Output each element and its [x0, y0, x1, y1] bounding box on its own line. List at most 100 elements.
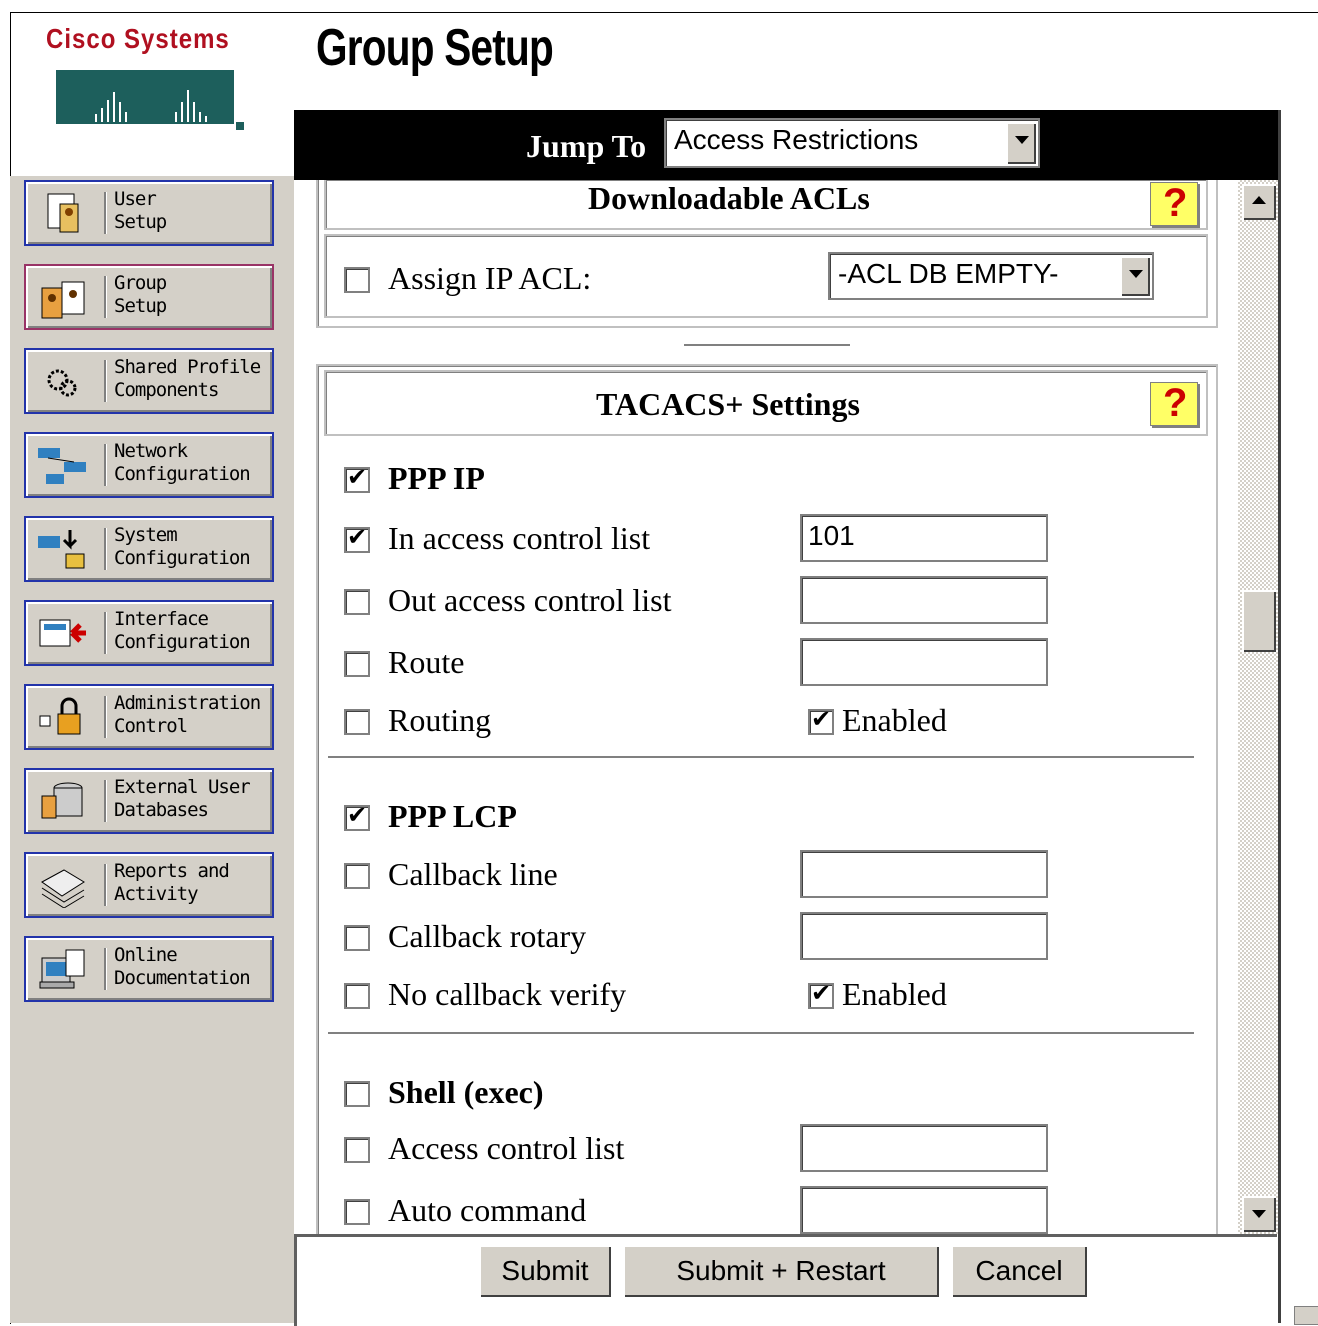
user-setup-icon [47, 193, 79, 233]
nav-system-configuration[interactable]: System Configuration [24, 516, 274, 582]
cancel-button[interactable]: Cancel [951, 1245, 1087, 1297]
acl-select-value: -ACL DB EMPTY- [838, 258, 1059, 289]
callback-rotary-checkbox[interactable] [344, 925, 370, 951]
nav-online-documentation[interactable]: Online Documentation [24, 936, 274, 1002]
submit-button[interactable]: Submit [479, 1245, 611, 1297]
shell-exec-label: Shell (exec) [388, 1074, 544, 1110]
route-label: Route [388, 644, 465, 680]
section-divider [328, 1032, 1194, 1035]
callback-line-input[interactable] [800, 850, 1048, 898]
downloadable-acls-title: Downloadable ACLs [588, 180, 870, 216]
routing-checkbox[interactable] [344, 709, 370, 735]
left-nav: User Setup Group Setup Shared Profile Co… [10, 176, 294, 1323]
chevron-down-icon[interactable] [1120, 256, 1150, 296]
nav-user-setup[interactable]: User Setup [24, 180, 274, 246]
callback-line-label: Callback line [388, 856, 558, 892]
nav-label: System Configuration [114, 524, 251, 569]
system-icon [38, 530, 85, 569]
no-callback-verify-enabled-label: Enabled [842, 976, 947, 1012]
divider [684, 344, 850, 347]
nav-label: Administration Control [114, 692, 261, 737]
nav-administration-control[interactable]: Administration Control [24, 684, 274, 750]
network-icon [38, 448, 86, 484]
nav-label: Reports and Activity [114, 860, 230, 905]
nav-shared-profile[interactable]: Shared Profile Components [24, 348, 274, 414]
scroll-down-button[interactable] [1242, 1196, 1276, 1232]
submit-restart-button[interactable]: Submit + Restart [623, 1245, 939, 1297]
assign-ip-acl-label: Assign IP ACL: [388, 260, 592, 296]
shell-acl-input[interactable] [800, 1124, 1048, 1172]
in-acl-input[interactable]: 101 [800, 514, 1048, 562]
section-divider [328, 756, 1194, 759]
shell-acl-checkbox[interactable] [344, 1137, 370, 1163]
auto-command-input[interactable] [800, 1186, 1048, 1234]
ppp-ip-checkbox[interactable] [344, 463, 370, 493]
documentation-icon [39, 949, 85, 989]
out-acl-label: Out access control list [388, 582, 672, 618]
in-acl-checkbox[interactable] [344, 523, 370, 553]
assign-ip-acl-checkbox[interactable] [344, 267, 370, 293]
in-acl-label: In access control list [388, 520, 651, 556]
nav-group-setup[interactable]: Group Setup [24, 264, 274, 330]
right-frame-edge [1278, 110, 1318, 1323]
panel-header: Downloadable ACLs ? [324, 180, 1208, 230]
cisco-logo: Cisco Systems [46, 24, 246, 134]
out-acl-checkbox[interactable] [344, 589, 370, 615]
help-icon[interactable]: ? [1150, 181, 1198, 226]
callback-line-checkbox[interactable] [344, 863, 370, 889]
nav-interface-configuration[interactable]: Interface Configuration [24, 600, 274, 666]
shell-acl-label: Access control list [388, 1130, 625, 1166]
nav-label: User Setup [114, 188, 167, 233]
shell-exec-checkbox[interactable] [344, 1081, 370, 1107]
help-icon[interactable]: ? [1150, 381, 1198, 426]
ppp-lcp-label: PPP LCP [388, 798, 517, 834]
nav-label: Interface Configuration [114, 608, 251, 653]
nav-label: Group Setup [114, 272, 167, 317]
vertical-scrollbar[interactable] [1238, 180, 1278, 1234]
no-callback-verify-checkbox[interactable] [344, 983, 370, 1009]
tacacs-panel: TACACS+ Settings ? PPP IP In access cont… [316, 364, 1218, 1234]
ppp-ip-label: PPP IP [388, 460, 485, 496]
brand-text: Cisco Systems [46, 24, 230, 56]
ppp-lcp-checkbox[interactable] [344, 801, 370, 831]
tacacs-title: TACACS+ Settings [596, 386, 860, 422]
group-setup-icon [41, 281, 85, 319]
nav-label: Network Configuration [114, 440, 251, 485]
downloadable-acls-panel: Downloadable ACLs ? Assign IP ACL: -ACL … [316, 180, 1218, 328]
routing-enabled-label: Enabled [842, 702, 947, 738]
nav-reports-activity[interactable]: Reports and Activity [24, 852, 274, 918]
jump-bar: Jump To Access Restrictions [294, 110, 1278, 180]
jump-to-label: Jump To [526, 128, 647, 164]
page-title: Group Setup [316, 19, 554, 77]
route-checkbox[interactable] [344, 651, 370, 677]
tacacs-body: PPP IP In access control list 101 Out ac… [324, 440, 1204, 1234]
cisco-bridge-icon [56, 70, 244, 130]
interface-icon [39, 619, 86, 647]
nav-label: Shared Profile Components [114, 356, 261, 401]
database-icon [41, 782, 83, 819]
auto-command-label: Auto command [388, 1192, 587, 1228]
assign-acl-row: Assign IP ACL: -ACL DB EMPTY- [324, 234, 1208, 318]
reports-icon [41, 869, 85, 908]
scroll-thumb[interactable] [1242, 590, 1276, 652]
out-acl-input[interactable] [800, 576, 1048, 624]
nav-external-user-databases[interactable]: External User Databases [24, 768, 274, 834]
nav-label: External User Databases [114, 776, 251, 821]
callback-rotary-input[interactable] [800, 912, 1048, 960]
callback-rotary-label: Callback rotary [388, 918, 587, 954]
footer-bar: Submit Submit + Restart Cancel [294, 1234, 1277, 1326]
scroll-up-button[interactable] [1242, 184, 1276, 220]
admin-lock-icon [39, 697, 81, 735]
chevron-down-icon[interactable] [1006, 122, 1036, 164]
auto-command-checkbox[interactable] [344, 1199, 370, 1225]
route-input[interactable] [800, 638, 1048, 686]
main-content: Downloadable ACLs ? Assign IP ACL: -ACL … [294, 180, 1238, 1234]
jump-to-select[interactable]: Access Restrictions [664, 118, 1040, 168]
routing-enabled-checkbox[interactable] [808, 705, 834, 735]
acl-select[interactable]: -ACL DB EMPTY- [828, 252, 1154, 300]
jump-to-value: Access Restrictions [674, 124, 919, 155]
outer-scroll-button[interactable] [1294, 1306, 1318, 1325]
no-callback-verify-enabled-checkbox[interactable] [808, 979, 834, 1009]
nav-network-configuration[interactable]: Network Configuration [24, 432, 274, 498]
gears-icon [47, 369, 77, 397]
